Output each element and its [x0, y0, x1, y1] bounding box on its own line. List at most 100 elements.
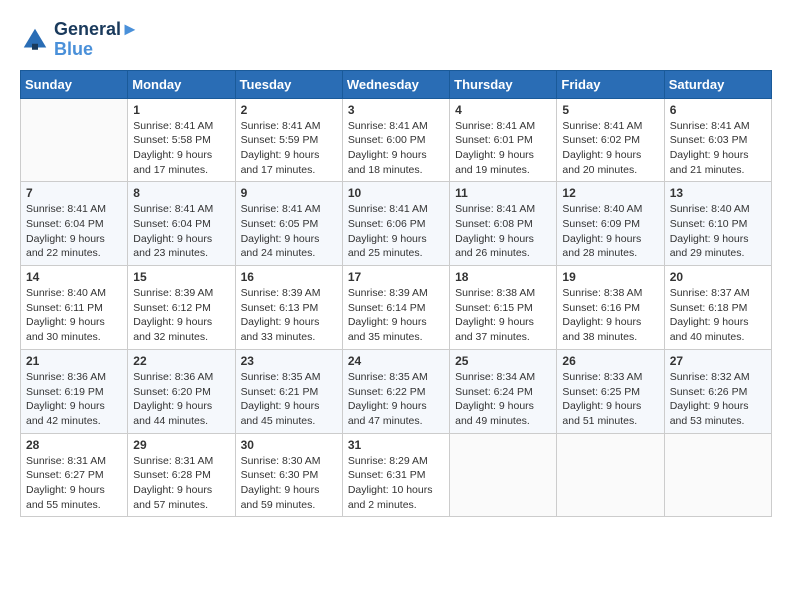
day-number: 26 [562, 354, 658, 368]
cell-info: Sunrise: 8:36 AMSunset: 6:20 PMDaylight:… [133, 370, 229, 429]
calendar-week-row: 7Sunrise: 8:41 AMSunset: 6:04 PMDaylight… [21, 182, 772, 266]
day-number: 16 [241, 270, 337, 284]
cell-info: Sunrise: 8:29 AMSunset: 6:31 PMDaylight:… [348, 454, 444, 513]
cell-info: Sunrise: 8:39 AMSunset: 6:14 PMDaylight:… [348, 286, 444, 345]
calendar-cell: 1 Sunrise: 8:41 AMSunset: 5:58 PMDaylight… [128, 98, 235, 182]
calendar-cell: 23 Sunrise: 8:35 AMSunset: 6:21 PMDayligh… [235, 349, 342, 433]
day-number: 1 [133, 103, 229, 117]
day-of-week-header: Thursday [450, 70, 557, 98]
day-number: 24 [348, 354, 444, 368]
calendar-header-row: SundayMondayTuesdayWednesdayThursdayFrid… [21, 70, 772, 98]
cell-info: Sunrise: 8:41 AMSunset: 6:08 PMDaylight:… [455, 202, 551, 261]
day-number: 31 [348, 438, 444, 452]
cell-info: Sunrise: 8:39 AMSunset: 6:13 PMDaylight:… [241, 286, 337, 345]
cell-info: Sunrise: 8:40 AMSunset: 6:09 PMDaylight:… [562, 202, 658, 261]
cell-info: Sunrise: 8:41 AMSunset: 6:00 PMDaylight:… [348, 119, 444, 178]
day-number: 21 [26, 354, 122, 368]
calendar-cell: 26 Sunrise: 8:33 AMSunset: 6:25 PMDayligh… [557, 349, 664, 433]
calendar-cell: 19 Sunrise: 8:38 AMSunset: 6:16 PMDayligh… [557, 266, 664, 350]
day-number: 13 [670, 186, 766, 200]
calendar-cell: 17Sunrise: 8:39 AMSunset: 6:14 PMDayligh… [342, 266, 449, 350]
calendar-cell: 10Sunrise: 8:41 AMSunset: 6:06 PMDayligh… [342, 182, 449, 266]
calendar-cell [450, 433, 557, 517]
day-number: 23 [241, 354, 337, 368]
cell-info: Sunrise: 8:41 AMSunset: 6:02 PMDaylight:… [562, 119, 658, 178]
calendar-cell [664, 433, 771, 517]
day-of-week-header: Tuesday [235, 70, 342, 98]
calendar-cell: 18 Sunrise: 8:38 AMSunset: 6:15 PMDayligh… [450, 266, 557, 350]
day-number: 28 [26, 438, 122, 452]
day-of-week-header: Friday [557, 70, 664, 98]
cell-info: Sunrise: 8:41 AMSunset: 5:59 PMDaylight:… [241, 119, 337, 178]
cell-info: Sunrise: 8:41 AMSunset: 6:05 PMDaylight:… [241, 202, 337, 261]
calendar-cell: 27Sunrise: 8:32 AMSunset: 6:26 PMDayligh… [664, 349, 771, 433]
cell-info: Sunrise: 8:30 AMSunset: 6:30 PMDaylight:… [241, 454, 337, 513]
day-number: 12 [562, 186, 658, 200]
cell-info: Sunrise: 8:41 AMSunset: 6:01 PMDaylight:… [455, 119, 551, 178]
calendar-cell: 28Sunrise: 8:31 AMSunset: 6:27 PMDayligh… [21, 433, 128, 517]
calendar-cell: 8Sunrise: 8:41 AMSunset: 6:04 PMDaylight… [128, 182, 235, 266]
day-number: 9 [241, 186, 337, 200]
day-of-week-header: Sunday [21, 70, 128, 98]
calendar-cell: 30 Sunrise: 8:30 AMSunset: 6:30 PMDayligh… [235, 433, 342, 517]
calendar-cell: 31 Sunrise: 8:29 AMSunset: 6:31 PMDayligh… [342, 433, 449, 517]
cell-info: Sunrise: 8:41 AMSunset: 5:58 PMDaylight:… [133, 119, 229, 178]
calendar-cell: 22Sunrise: 8:36 AMSunset: 6:20 PMDayligh… [128, 349, 235, 433]
cell-info: Sunrise: 8:33 AMSunset: 6:25 PMDaylight:… [562, 370, 658, 429]
logo: General►Blue [20, 20, 139, 60]
calendar-cell: 21 Sunrise: 8:36 AMSunset: 6:19 PMDayligh… [21, 349, 128, 433]
calendar-cell: 16 Sunrise: 8:39 AMSunset: 6:13 PMDayligh… [235, 266, 342, 350]
calendar-body: 1 Sunrise: 8:41 AMSunset: 5:58 PMDaylight… [21, 98, 772, 517]
day-number: 18 [455, 270, 551, 284]
calendar-cell: 20 Sunrise: 8:37 AMSunset: 6:18 PMDayligh… [664, 266, 771, 350]
page-header: General►Blue [20, 20, 772, 60]
calendar-week-row: 1 Sunrise: 8:41 AMSunset: 5:58 PMDaylight… [21, 98, 772, 182]
cell-info: Sunrise: 8:41 AMSunset: 6:06 PMDaylight:… [348, 202, 444, 261]
day-number: 25 [455, 354, 551, 368]
calendar-cell [21, 98, 128, 182]
cell-info: Sunrise: 8:36 AMSunset: 6:19 PMDaylight:… [26, 370, 122, 429]
day-number: 2 [241, 103, 337, 117]
calendar-cell [557, 433, 664, 517]
cell-info: Sunrise: 8:41 AMSunset: 6:03 PMDaylight:… [670, 119, 766, 178]
day-number: 15 [133, 270, 229, 284]
calendar-week-row: 21 Sunrise: 8:36 AMSunset: 6:19 PMDayligh… [21, 349, 772, 433]
calendar-cell: 7Sunrise: 8:41 AMSunset: 6:04 PMDaylight… [21, 182, 128, 266]
calendar-cell: 12 Sunrise: 8:40 AMSunset: 6:09 PMDayligh… [557, 182, 664, 266]
cell-info: Sunrise: 8:31 AMSunset: 6:28 PMDaylight:… [133, 454, 229, 513]
day-number: 8 [133, 186, 229, 200]
day-number: 4 [455, 103, 551, 117]
cell-info: Sunrise: 8:39 AMSunset: 6:12 PMDaylight:… [133, 286, 229, 345]
cell-info: Sunrise: 8:40 AMSunset: 6:10 PMDaylight:… [670, 202, 766, 261]
calendar-cell: 6 Sunrise: 8:41 AMSunset: 6:03 PMDaylight… [664, 98, 771, 182]
cell-info: Sunrise: 8:35 AMSunset: 6:21 PMDaylight:… [241, 370, 337, 429]
calendar-cell: 13 Sunrise: 8:40 AMSunset: 6:10 PMDayligh… [664, 182, 771, 266]
calendar-cell: 25 Sunrise: 8:34 AMSunset: 6:24 PMDayligh… [450, 349, 557, 433]
cell-info: Sunrise: 8:38 AMSunset: 6:15 PMDaylight:… [455, 286, 551, 345]
logo-text: General►Blue [54, 20, 139, 60]
day-number: 19 [562, 270, 658, 284]
day-number: 20 [670, 270, 766, 284]
calendar-cell: 24 Sunrise: 8:35 AMSunset: 6:22 PMDayligh… [342, 349, 449, 433]
calendar-cell: 15 Sunrise: 8:39 AMSunset: 6:12 PMDayligh… [128, 266, 235, 350]
day-number: 30 [241, 438, 337, 452]
calendar-cell: 3 Sunrise: 8:41 AMSunset: 6:00 PMDaylight… [342, 98, 449, 182]
cell-info: Sunrise: 8:34 AMSunset: 6:24 PMDaylight:… [455, 370, 551, 429]
day-number: 5 [562, 103, 658, 117]
calendar-cell: 14Sunrise: 8:40 AMSunset: 6:11 PMDayligh… [21, 266, 128, 350]
calendar-cell: 11 Sunrise: 8:41 AMSunset: 6:08 PMDayligh… [450, 182, 557, 266]
day-number: 11 [455, 186, 551, 200]
day-number: 29 [133, 438, 229, 452]
day-number: 6 [670, 103, 766, 117]
day-number: 7 [26, 186, 122, 200]
day-of-week-header: Wednesday [342, 70, 449, 98]
cell-info: Sunrise: 8:35 AMSunset: 6:22 PMDaylight:… [348, 370, 444, 429]
day-of-week-header: Monday [128, 70, 235, 98]
calendar-cell: 9 Sunrise: 8:41 AMSunset: 6:05 PMDaylight… [235, 182, 342, 266]
cell-info: Sunrise: 8:38 AMSunset: 6:16 PMDaylight:… [562, 286, 658, 345]
day-number: 3 [348, 103, 444, 117]
calendar-week-row: 28Sunrise: 8:31 AMSunset: 6:27 PMDayligh… [21, 433, 772, 517]
day-number: 14 [26, 270, 122, 284]
calendar-cell: 5 Sunrise: 8:41 AMSunset: 6:02 PMDaylight… [557, 98, 664, 182]
cell-info: Sunrise: 8:37 AMSunset: 6:18 PMDaylight:… [670, 286, 766, 345]
